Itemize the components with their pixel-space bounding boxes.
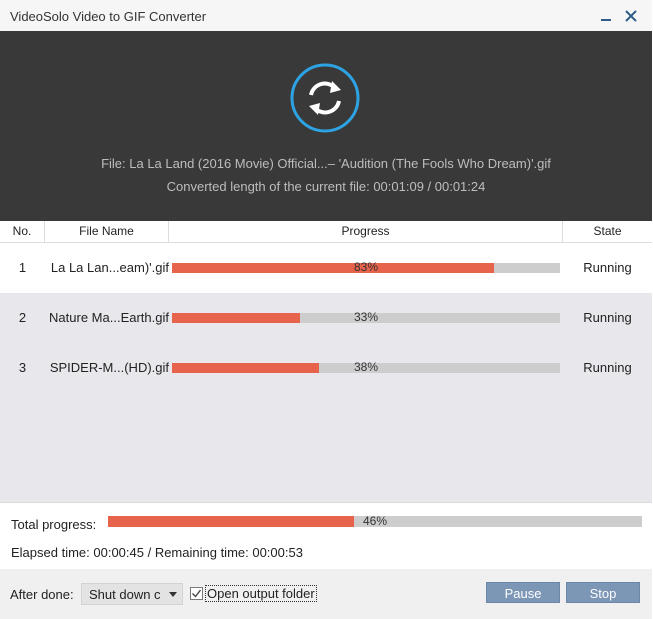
file-name: Nature Ma...Earth.gif bbox=[49, 310, 169, 325]
row-progress-bar: 33% bbox=[172, 310, 560, 324]
row-state: Running bbox=[583, 310, 632, 325]
after-done-value: Shut down c bbox=[89, 587, 161, 602]
row-state: Running bbox=[583, 360, 632, 375]
converter-window: VideoSolo Video to GIF Converter File: L… bbox=[0, 0, 652, 619]
row-progress-percent: 83% bbox=[353, 260, 379, 274]
task-list: 1 La La Lan...eam)'.gif 83% Running 2 Na… bbox=[0, 243, 652, 502]
row-number: 3 bbox=[18, 360, 27, 375]
title-bar: VideoSolo Video to GIF Converter bbox=[0, 0, 652, 31]
checkbox-box[interactable] bbox=[190, 587, 203, 600]
window-title: VideoSolo Video to GIF Converter bbox=[10, 9, 207, 24]
column-header-no[interactable]: No. bbox=[0, 221, 45, 243]
total-progress-bar: 46% bbox=[108, 514, 642, 528]
current-file-text: File: La La Land (2016 Movie) Official..… bbox=[101, 156, 551, 171]
file-name: La La Lan...eam)'.gif bbox=[50, 260, 169, 275]
time-status-text: Elapsed time: 00:00:45 / Remaining time:… bbox=[11, 545, 303, 560]
row-number: 1 bbox=[18, 260, 27, 275]
minimize-icon[interactable] bbox=[597, 7, 615, 25]
column-header-state[interactable]: State bbox=[563, 221, 652, 243]
row-progress-percent: 33% bbox=[353, 310, 379, 324]
table-header: No. File Name Progress State bbox=[0, 221, 652, 243]
column-header-file-name[interactable]: File Name bbox=[45, 221, 169, 243]
after-done-select[interactable]: Shut down c bbox=[81, 583, 183, 605]
conversion-header: File: La La Land (2016 Movie) Official..… bbox=[0, 31, 652, 221]
open-output-folder-label[interactable]: Open output folder bbox=[205, 585, 317, 602]
total-progress-label: Total progress: bbox=[11, 517, 97, 532]
row-state: Running bbox=[583, 260, 632, 275]
footer-bar: After done: Shut down c Open output fold… bbox=[0, 569, 652, 619]
dropdown-arrow-icon bbox=[169, 592, 177, 597]
close-icon[interactable] bbox=[622, 7, 640, 25]
summary-panel: Total progress: 46% Elapsed time: 00:00:… bbox=[0, 502, 652, 619]
convert-refresh-icon bbox=[290, 63, 360, 133]
total-progress-percent: 46% bbox=[362, 514, 388, 528]
row-number: 2 bbox=[18, 310, 27, 325]
column-header-progress[interactable]: Progress bbox=[169, 221, 563, 243]
table-row[interactable]: 1 La La Lan...eam)'.gif 83% Running bbox=[0, 243, 652, 293]
table-row[interactable]: 2 Nature Ma...Earth.gif 33% Running bbox=[0, 293, 652, 343]
converted-length-text: Converted length of the current file: 00… bbox=[166, 179, 486, 194]
table-row[interactable]: 3 SPIDER-M...(HD).gif 38% Running bbox=[0, 343, 652, 393]
row-progress-bar: 38% bbox=[172, 360, 560, 374]
file-name: SPIDER-M...(HD).gif bbox=[49, 360, 169, 375]
row-progress-bar: 83% bbox=[172, 260, 560, 274]
pause-button[interactable]: Pause bbox=[486, 582, 560, 603]
stop-button[interactable]: Stop bbox=[566, 582, 640, 603]
after-done-label: After done: bbox=[10, 587, 74, 602]
row-progress-percent: 38% bbox=[353, 360, 379, 374]
checkmark-icon bbox=[192, 589, 202, 598]
